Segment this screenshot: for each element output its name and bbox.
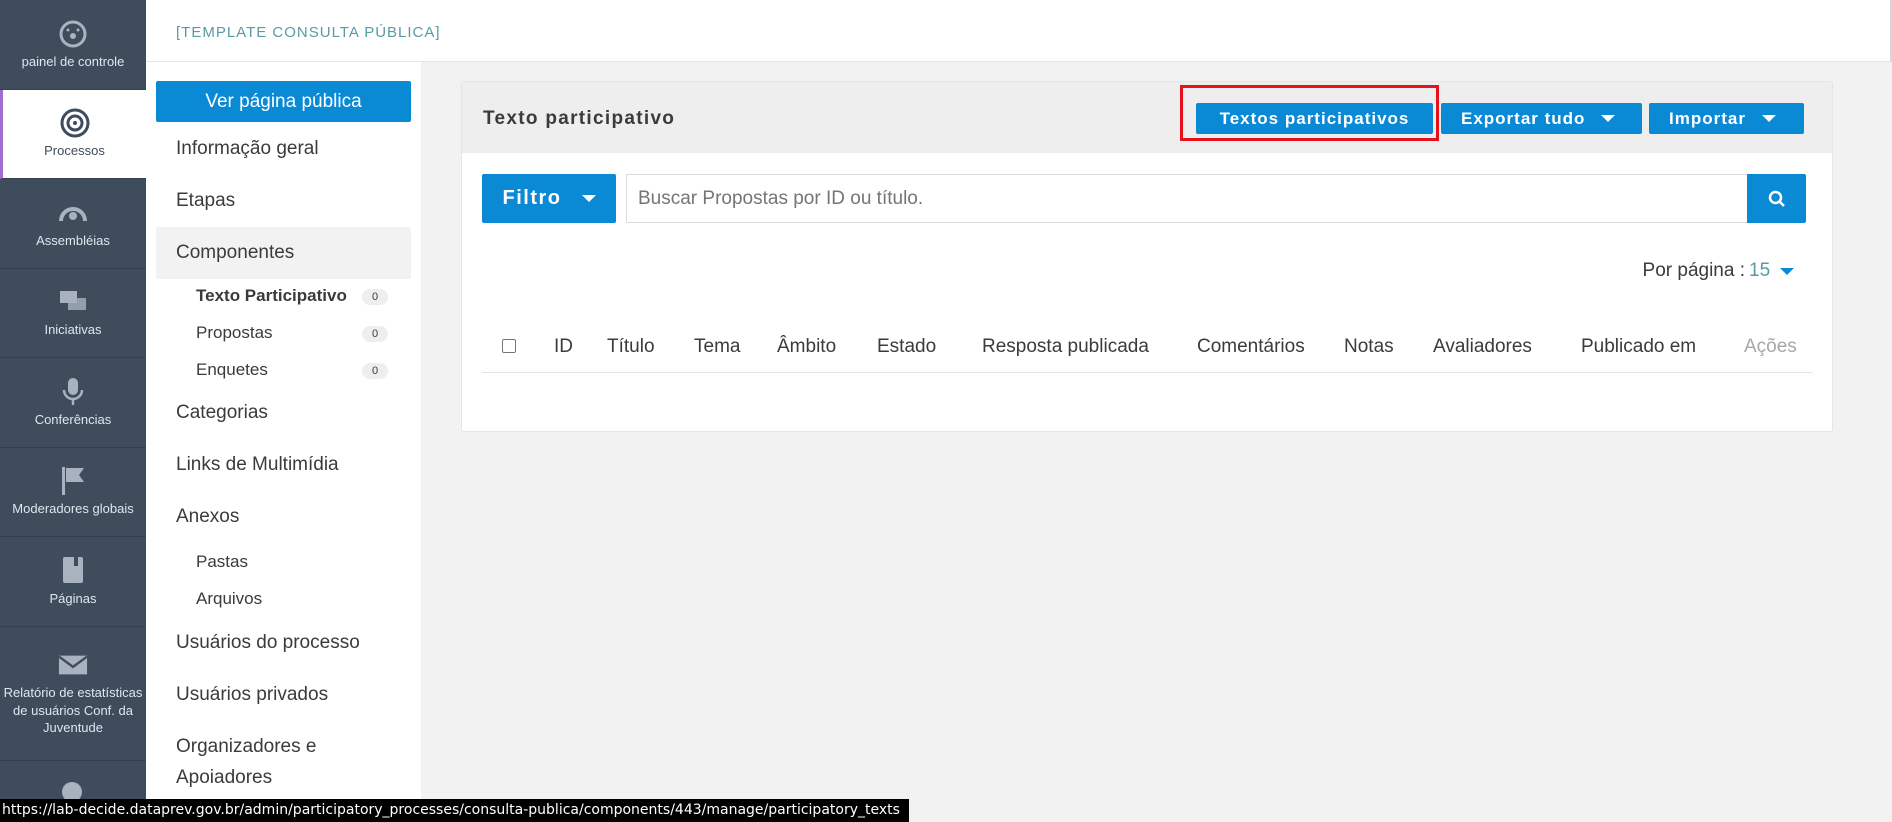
component-item-texto[interactable]: Texto Participativo xyxy=(196,286,347,306)
nav-item-dashboard[interactable]: painel de controle xyxy=(0,0,146,90)
column-header-publicado[interactable]: Publicado em xyxy=(1581,336,1696,358)
per-page-select[interactable]: 15 xyxy=(1749,260,1795,282)
sidebar-item-links-multimidia[interactable]: Links de Multimídia xyxy=(176,454,339,476)
top-header: [TEMPLATE CONSULTA PÚBLICA] xyxy=(146,0,1892,62)
sidebar-item-usuarios-processo[interactable]: Usuários do processo xyxy=(176,632,360,654)
nav-item-processos[interactable]: Processos xyxy=(0,90,146,179)
count-badge: 0 xyxy=(362,363,388,379)
column-header-estado[interactable]: Estado xyxy=(877,336,936,358)
column-header-titulo[interactable]: Título xyxy=(607,336,655,358)
assembly-icon xyxy=(58,198,88,228)
column-header-avaliadores[interactable]: Avaliadores xyxy=(1433,336,1532,358)
main-sidebar: painel de controle Processos Assembléias… xyxy=(0,0,146,822)
count-badge: 0 xyxy=(362,289,388,305)
target-icon xyxy=(60,108,90,138)
sidebar-item-anexos[interactable]: Anexos xyxy=(176,506,239,528)
column-header-resposta[interactable]: Resposta publicada xyxy=(982,336,1149,358)
sidebar-item-usuarios-privados[interactable]: Usuários privados xyxy=(176,684,328,706)
card-header: Texto participativo Textos participativo… xyxy=(462,82,1832,153)
view-public-page-button[interactable]: Ver página pública xyxy=(156,81,411,122)
caret-down-icon xyxy=(581,195,596,202)
sidebar-subitem-arquivos[interactable]: Arquivos xyxy=(196,589,262,609)
participatory-text-card: Texto participativo Textos participativo… xyxy=(461,81,1833,432)
nav-item-iniciativas[interactable]: Iniciativas xyxy=(0,269,146,358)
sidebar-item-info[interactable]: Informação geral xyxy=(176,138,319,160)
book-icon xyxy=(58,556,88,586)
page-title: [TEMPLATE CONSULTA PÚBLICA] xyxy=(176,24,441,41)
nav-item-assembleias[interactable]: Assembléias xyxy=(0,179,146,269)
count-badge: 0 xyxy=(362,326,388,342)
nav-item-paginas[interactable]: Páginas xyxy=(0,537,146,627)
sidebar-item-componentes[interactable]: Componentes xyxy=(176,242,294,264)
export-all-button[interactable]: Exportar tudo xyxy=(1441,103,1642,134)
caret-down-icon xyxy=(1761,115,1776,122)
dashboard-icon xyxy=(58,19,88,49)
envelope-icon xyxy=(58,650,88,680)
card-title: Texto participativo xyxy=(483,108,676,129)
caret-down-icon xyxy=(1601,115,1616,122)
nav-item-label: painel de controle xyxy=(21,53,125,69)
status-bar-url: https://lab-decide.dataprev.gov.br/admin… xyxy=(0,799,909,822)
microphone-icon xyxy=(58,377,88,407)
per-page-label: Por página : xyxy=(1642,260,1745,281)
import-button[interactable]: Importar xyxy=(1649,103,1804,134)
select-all-checkbox[interactable] xyxy=(502,339,516,353)
nav-item-label: Assembléias xyxy=(36,232,110,248)
search-icon xyxy=(1768,190,1785,207)
column-header-notas[interactable]: Notas xyxy=(1344,336,1394,358)
button-label: Importar xyxy=(1669,108,1746,128)
nav-item-moderadores[interactable]: Moderadores globais xyxy=(0,448,146,537)
sidebar-item-categorias[interactable]: Categorias xyxy=(176,402,268,424)
column-header-acoes: Ações xyxy=(1744,336,1797,357)
column-header-tema[interactable]: Tema xyxy=(694,336,740,358)
chat-icon xyxy=(58,287,88,317)
column-header-id[interactable]: ID xyxy=(554,336,573,358)
table-header: ID Título Tema Âmbito Estado Resposta pu… xyxy=(482,336,1813,373)
column-header-ambito[interactable]: Âmbito xyxy=(777,336,836,358)
component-item-propostas[interactable]: Propostas xyxy=(196,323,273,343)
search-button[interactable] xyxy=(1747,174,1806,223)
flag-icon xyxy=(58,466,88,496)
nav-item-label: Páginas xyxy=(49,590,97,606)
process-sidebar: Ver página pública Informação geral Etap… xyxy=(146,62,421,822)
sidebar-subitem-pastas[interactable]: Pastas xyxy=(196,552,248,572)
nav-item-relatorio[interactable]: Relatório de estatísticas de usuários Co… xyxy=(0,627,146,761)
button-label: Exportar tudo xyxy=(1461,108,1586,128)
sidebar-item-etapas[interactable]: Etapas xyxy=(176,190,235,212)
nav-item-label: Relatório de estatísticas de usuários Co… xyxy=(3,685,143,736)
nav-item-label: Iniciativas xyxy=(44,322,102,338)
nav-item-label: Conferências xyxy=(34,411,112,427)
caret-down-icon xyxy=(1780,267,1795,275)
nav-item-label: Moderadores globais xyxy=(12,501,134,517)
sidebar-item-organizadores[interactable]: Organizadores e xyxy=(176,736,316,758)
component-item-enquetes[interactable]: Enquetes xyxy=(196,360,268,380)
search-input[interactable] xyxy=(626,174,1748,223)
nav-item-label: Processos xyxy=(44,143,105,159)
sidebar-item-organizadores-line2[interactable]: Apoiadores xyxy=(176,767,272,789)
filter-button[interactable]: Filtro xyxy=(482,174,616,223)
highlight-box xyxy=(1180,85,1439,141)
per-page-value: 15 xyxy=(1749,260,1771,281)
nav-item-conferencias[interactable]: Conferências xyxy=(0,358,146,448)
button-label: Filtro xyxy=(502,187,562,209)
column-header-comentarios[interactable]: Comentários xyxy=(1197,336,1305,358)
